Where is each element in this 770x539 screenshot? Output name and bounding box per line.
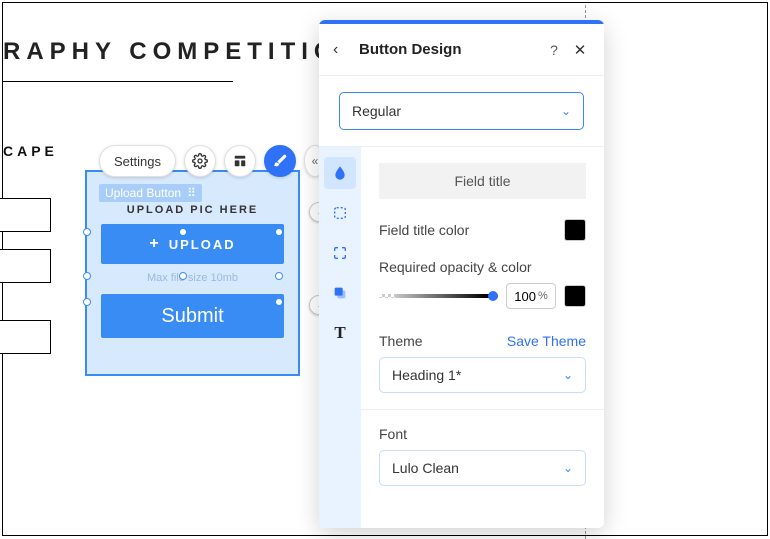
opacity-input[interactable]: 100 % — [506, 283, 556, 309]
tab-corners-icon[interactable] — [324, 237, 356, 269]
field-title-color-row: Field title color — [379, 219, 586, 241]
selection-handle[interactable] — [275, 298, 283, 306]
input-outline-3[interactable] — [0, 320, 51, 354]
title-divider — [3, 81, 233, 82]
selection-handle[interactable] — [83, 298, 91, 306]
opacity-value: 100 — [514, 289, 536, 304]
panel-title: Button Design — [351, 41, 544, 58]
save-theme-link[interactable]: Save Theme — [507, 333, 586, 349]
opacity-slider[interactable] — [379, 291, 498, 301]
design-side-tabs: T — [319, 147, 361, 528]
submit-button[interactable]: Submit — [101, 294, 284, 338]
selection-handle[interactable] — [275, 272, 283, 280]
theme-label: Theme — [379, 333, 423, 349]
input-outline-2[interactable] — [0, 249, 51, 283]
design-brush-icon[interactable] — [264, 145, 296, 177]
page-subtitle: CAPE — [3, 143, 58, 159]
chevron-down-icon: ⌄ — [563, 461, 573, 475]
chevron-down-icon: ⌄ — [563, 368, 573, 382]
field-title-color-swatch[interactable] — [564, 219, 586, 241]
element-badge-label: Upload Button — [105, 186, 181, 200]
selection-handle[interactable] — [83, 228, 91, 236]
section-title: Field title — [379, 163, 586, 199]
required-color-swatch[interactable] — [564, 285, 586, 307]
upload-hint: Max file size 10mb — [101, 272, 284, 284]
theme-row: Theme Save Theme — [379, 333, 586, 349]
selection-handle[interactable] — [275, 228, 283, 236]
help-icon[interactable]: ? — [544, 42, 564, 58]
theme-select[interactable]: Heading 1* ⌄ — [379, 357, 586, 393]
element-badge[interactable]: Upload Button ⠿ — [99, 184, 202, 202]
panel-style-section: Regular ⌄ — [319, 76, 604, 147]
field-title-color-label: Field title color — [379, 222, 469, 238]
tab-shadow-icon[interactable] — [324, 277, 356, 309]
font-select[interactable]: Lulo Clean ⌄ — [379, 450, 586, 486]
opacity-unit: % — [538, 290, 548, 302]
slider-thumb[interactable] — [488, 291, 498, 301]
submit-button-label: Submit — [161, 305, 223, 328]
tab-text-icon[interactable]: T — [324, 317, 356, 349]
selection-handle[interactable] — [83, 272, 91, 280]
settings-button-label: Settings — [114, 154, 161, 169]
style-select[interactable]: Regular ⌄ — [339, 92, 584, 130]
theme-select-value: Heading 1* — [392, 367, 461, 383]
required-opacity-label: Required opacity & color — [379, 259, 586, 275]
required-opacity-row: 100 % — [379, 283, 586, 309]
selection-handle[interactable] — [179, 272, 187, 280]
tab-fill-icon[interactable] — [324, 157, 356, 189]
plus-icon: + — [149, 235, 160, 253]
app-frame: RAPHY COMPETITION CAPE Upload Button ⠿ U… — [2, 2, 768, 536]
upload-field-label: UPLOAD PIC HERE — [101, 204, 284, 216]
drag-handle-icon[interactable]: ⠿ — [187, 186, 196, 200]
input-outline-1[interactable] — [0, 198, 51, 232]
layout-icon[interactable] — [224, 145, 256, 177]
design-panel: ‹ Button Design ? ✕ Regular ⌄ — [319, 20, 604, 528]
gear-icon[interactable] — [184, 145, 216, 177]
style-select-value: Regular — [352, 103, 401, 119]
font-label: Font — [379, 426, 586, 442]
chevron-down-icon: ⌄ — [561, 104, 571, 118]
panel-content: Field title Field title color Required o… — [361, 147, 604, 528]
panel-header: ‹ Button Design ? ✕ — [319, 24, 604, 76]
close-icon[interactable]: ✕ — [570, 41, 590, 59]
selection-handle[interactable] — [179, 228, 187, 236]
element-toolbar: Settings « — [99, 143, 326, 179]
upload-button-label: UPLOAD — [169, 237, 236, 252]
tab-border-dashed-icon[interactable] — [324, 197, 356, 229]
page-title: RAPHY COMPETITION — [3, 38, 362, 66]
settings-button[interactable]: Settings — [99, 145, 176, 177]
back-icon[interactable]: ‹ — [333, 41, 351, 59]
divider — [361, 409, 604, 410]
upload-form-card[interactable]: Upload Button ⠿ UPLOAD PIC HERE + UPLOAD… — [85, 170, 300, 376]
upload-button[interactable]: + UPLOAD — [101, 224, 284, 264]
slider-track — [379, 294, 498, 298]
font-select-value: Lulo Clean — [392, 460, 459, 476]
